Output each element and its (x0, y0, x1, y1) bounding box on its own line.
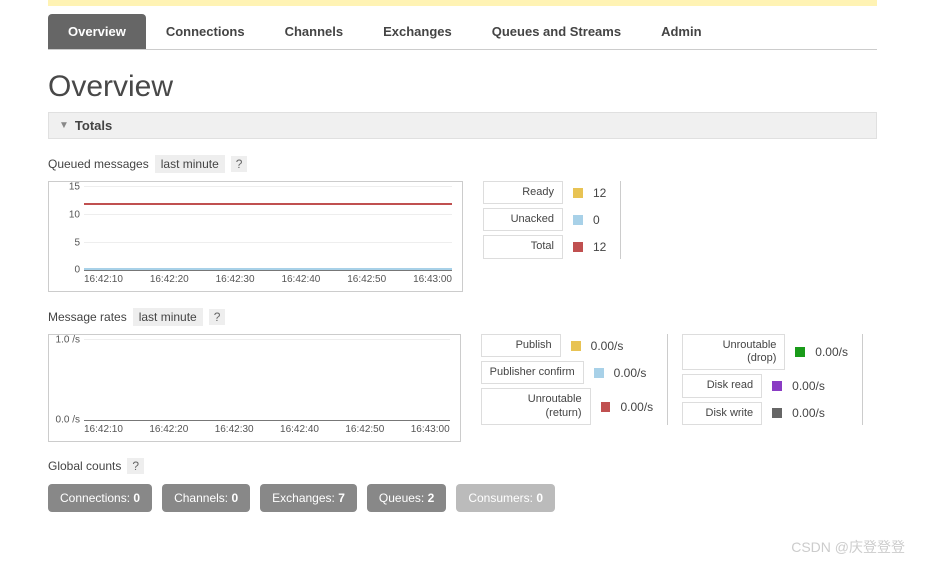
xtick: 16:42:10 (84, 424, 123, 435)
tab-overview[interactable]: Overview (48, 14, 146, 49)
rates-legend-1: Publish 0.00/s Publisher confirm 0.00/s … (481, 334, 654, 425)
ytick: 10 (54, 209, 80, 220)
x-axis: 16:42:10 16:42:20 16:42:30 16:42:40 16:4… (84, 424, 450, 435)
xtick: 16:42:30 (216, 274, 255, 285)
rates-range[interactable]: last minute (133, 308, 203, 326)
section-totals-header[interactable]: ▼ Totals (48, 112, 877, 139)
queued-title: Queued messages (48, 157, 149, 171)
x-axis: 16:42:10 16:42:20 16:42:30 16:42:40 16:4… (84, 274, 452, 285)
global-subtitle: Global counts ? (48, 458, 877, 474)
legend-disk-read[interactable]: Disk read (682, 374, 762, 397)
count-queues[interactable]: Queues: 2 (367, 484, 446, 512)
xtick: 16:42:40 (280, 424, 319, 435)
tab-queues[interactable]: Queues and Streams (472, 14, 641, 49)
rates-help[interactable]: ? (209, 309, 226, 325)
tab-connections[interactable]: Connections (146, 14, 265, 49)
queued-help[interactable]: ? (231, 156, 248, 172)
ytick: 0.0 /s (54, 415, 80, 426)
swatch (795, 347, 805, 357)
legend-value: 0.00/s (620, 400, 653, 414)
xtick: 16:42:40 (281, 274, 320, 285)
queued-range[interactable]: last minute (155, 155, 225, 173)
count-channels[interactable]: Channels: 0 (162, 484, 250, 512)
count-exchanges[interactable]: Exchanges: 7 (260, 484, 357, 512)
legend-value: 0.00/s (792, 406, 825, 420)
legend-value: 0.00/s (815, 345, 848, 359)
legend-confirm[interactable]: Publisher confirm (481, 361, 584, 384)
divider (862, 334, 863, 425)
section-totals-label: Totals (75, 118, 112, 133)
swatch (573, 188, 583, 198)
legend-unroutable-drop[interactable]: Unroutable (drop) (682, 334, 785, 370)
global-counts: Connections: 0 Channels: 0 Exchanges: 7 … (48, 484, 877, 512)
legend-disk-write[interactable]: Disk write (682, 402, 762, 425)
count-consumers[interactable]: Consumers: 0 (456, 484, 555, 512)
queued-legend: Ready 12 Unacked 0 Total 12 (483, 181, 606, 259)
swatch (772, 408, 782, 418)
tab-channels[interactable]: Channels (265, 14, 364, 49)
swatch (594, 368, 604, 378)
xtick: 16:42:20 (149, 424, 188, 435)
swatch (571, 341, 581, 351)
global-help[interactable]: ? (127, 458, 144, 474)
xtick: 16:42:20 (150, 274, 189, 285)
rates-legend-2: Unroutable (drop) 0.00/s Disk read 0.00/… (682, 334, 848, 425)
tab-exchanges[interactable]: Exchanges (363, 14, 472, 49)
legend-unacked[interactable]: Unacked (483, 208, 563, 231)
page-title: Overview (48, 70, 877, 104)
tab-admin[interactable]: Admin (641, 14, 721, 49)
swatch (573, 215, 583, 225)
xtick: 16:42:30 (215, 424, 254, 435)
rates-chart: 1.0 /s 0.0 /s 16:42:10 16:42:20 16:42:30… (48, 334, 461, 442)
notification-banner (48, 0, 877, 6)
legend-value: 0.00/s (591, 339, 624, 353)
line-total (84, 203, 452, 205)
xtick: 16:42:50 (345, 424, 384, 435)
ytick: 1.0 /s (54, 335, 80, 346)
xtick: 16:42:50 (347, 274, 386, 285)
legend-total[interactable]: Total (483, 235, 563, 258)
legend-ready[interactable]: Ready (483, 181, 563, 204)
line-unacked (84, 268, 452, 270)
queued-subtitle: Queued messages last minute ? (48, 155, 877, 173)
xtick: 16:42:10 (84, 274, 123, 285)
legend-value: 0.00/s (614, 366, 647, 380)
count-connections[interactable]: Connections: 0 (48, 484, 152, 512)
swatch (601, 402, 611, 412)
legend-publish[interactable]: Publish (481, 334, 561, 357)
divider (667, 334, 668, 425)
global-title: Global counts (48, 459, 121, 473)
ytick: 5 (54, 237, 80, 248)
swatch (772, 381, 782, 391)
divider (620, 181, 621, 259)
legend-total-value: 12 (593, 240, 606, 254)
ytick: 0 (54, 265, 80, 276)
rates-title: Message rates (48, 310, 127, 324)
legend-unroutable-return[interactable]: Unroutable (return) (481, 388, 591, 424)
xtick: 16:43:00 (413, 274, 452, 285)
legend-ready-value: 12 (593, 186, 606, 200)
main-tabs: Overview Connections Channels Exchanges … (48, 14, 877, 50)
legend-value: 0.00/s (792, 379, 825, 393)
ytick: 15 (54, 182, 80, 193)
watermark: CSDN @庆登登登 (791, 537, 905, 557)
swatch (573, 242, 583, 252)
queued-chart: 15 10 5 0 16:42:10 16:42:20 16:42:30 16:… (48, 181, 463, 292)
rates-subtitle: Message rates last minute ? (48, 308, 877, 326)
xtick: 16:43:00 (411, 424, 450, 435)
chevron-down-icon: ▼ (59, 120, 69, 131)
legend-unacked-value: 0 (593, 213, 600, 227)
